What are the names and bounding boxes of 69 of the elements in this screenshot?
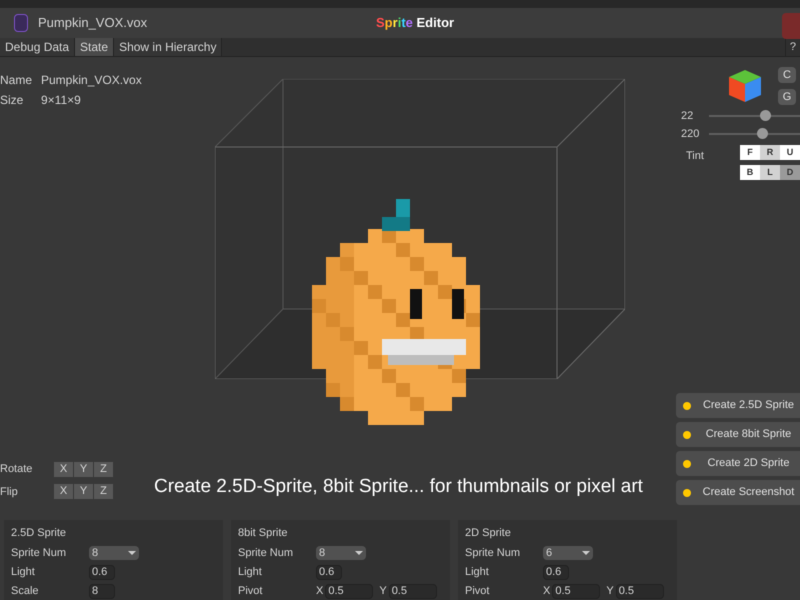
caret-icon xyxy=(582,551,590,555)
axis-button[interactable]: Z xyxy=(94,462,113,477)
caret-icon xyxy=(128,551,136,555)
tint-label: Tint xyxy=(686,149,704,164)
axis-label: Y xyxy=(379,584,387,599)
tint-button[interactable]: B xyxy=(740,165,760,180)
input-field[interactable]: 0.5 xyxy=(388,584,437,598)
caption: Create 2.5D-Sprite, 8bit Sprite... for thumbnails or pixel art xyxy=(154,475,643,499)
field-label: Sprite Num xyxy=(11,546,68,561)
slider-reading: 22 xyxy=(681,108,694,124)
slider-thumb[interactable] xyxy=(756,128,768,139)
field-label: Sprite Num xyxy=(238,546,294,561)
field-label: Scale xyxy=(11,584,40,599)
tint-button[interactable]: F xyxy=(740,145,760,160)
view-button[interactable]: G xyxy=(778,89,796,105)
view-button[interactable]: C xyxy=(778,67,796,83)
panel-title: 8bit Sprite xyxy=(238,526,289,541)
tint-button[interactable]: D xyxy=(780,165,800,180)
input-field[interactable]: 0.5 xyxy=(325,584,374,598)
field-label: Pivot xyxy=(238,584,264,599)
slider-reading: 220 xyxy=(681,126,700,142)
slider[interactable] xyxy=(709,110,800,122)
input-field[interactable]: 0.5 xyxy=(616,584,664,598)
field-label: Pivot xyxy=(465,584,490,599)
axis-label: X xyxy=(316,584,324,599)
info-value: Pumpkin_VOX.vox xyxy=(41,72,142,89)
input-field[interactable]: 0.6 xyxy=(316,564,342,580)
toolbar-tab[interactable]: Debug Data xyxy=(0,38,76,56)
toolbar-tab[interactable]: Show in Hierarchy xyxy=(114,38,222,56)
axis-label: Y xyxy=(606,584,614,599)
field-label: Light xyxy=(238,564,263,580)
axis-button[interactable]: Y xyxy=(74,484,93,500)
panel-title: 2.5D Sprite xyxy=(11,526,68,541)
cube-icon xyxy=(728,69,762,103)
file-name: Pumpkin_VOX.vox xyxy=(38,14,148,32)
dropdown[interactable]: 8 xyxy=(316,546,366,560)
input-field[interactable]: 0.5 xyxy=(552,584,600,598)
axis-button[interactable]: X xyxy=(54,462,73,477)
help-button[interactable]: ? xyxy=(784,38,800,56)
create-button[interactable]: Create 2.5D Sprite xyxy=(676,393,800,418)
field-label: Light xyxy=(465,564,490,580)
field-label: Sprite Num xyxy=(465,546,522,561)
input-field[interactable]: 0.6 xyxy=(543,564,569,580)
axis-button[interactable]: Y xyxy=(74,462,93,477)
transform-label: Flip xyxy=(0,484,19,500)
dropdown[interactable]: 8 xyxy=(89,546,139,560)
axis-button[interactable]: X xyxy=(54,484,73,500)
dropdown[interactable]: 6 xyxy=(543,546,593,560)
axis-button[interactable]: Z xyxy=(94,484,113,500)
input-field[interactable]: 0.6 xyxy=(89,564,115,580)
tint-button[interactable]: L xyxy=(760,165,780,180)
field-label: Light xyxy=(11,564,36,580)
info-label: Name xyxy=(0,72,34,89)
create-button[interactable]: Create Screenshot xyxy=(676,480,800,505)
tint-button[interactable]: U xyxy=(780,145,800,160)
info-value: 9×11×9 xyxy=(41,92,82,109)
transform-label: Rotate xyxy=(0,462,34,477)
window-title: Sprite Editor xyxy=(376,14,454,32)
axis-label: X xyxy=(543,584,550,599)
slider[interactable] xyxy=(709,128,800,140)
create-button[interactable]: Create 8bit Sprite xyxy=(676,422,800,447)
slider-thumb[interactable] xyxy=(760,110,771,121)
input-field[interactable]: 8 xyxy=(89,584,115,598)
create-button[interactable]: Create 2D Sprite xyxy=(676,451,800,476)
info-label: Size xyxy=(0,92,24,109)
panel-title: 2D Sprite xyxy=(465,526,512,541)
tint-button[interactable]: R xyxy=(760,145,780,160)
toolbar-tab[interactable]: State xyxy=(75,38,114,56)
caret-icon xyxy=(355,551,363,555)
